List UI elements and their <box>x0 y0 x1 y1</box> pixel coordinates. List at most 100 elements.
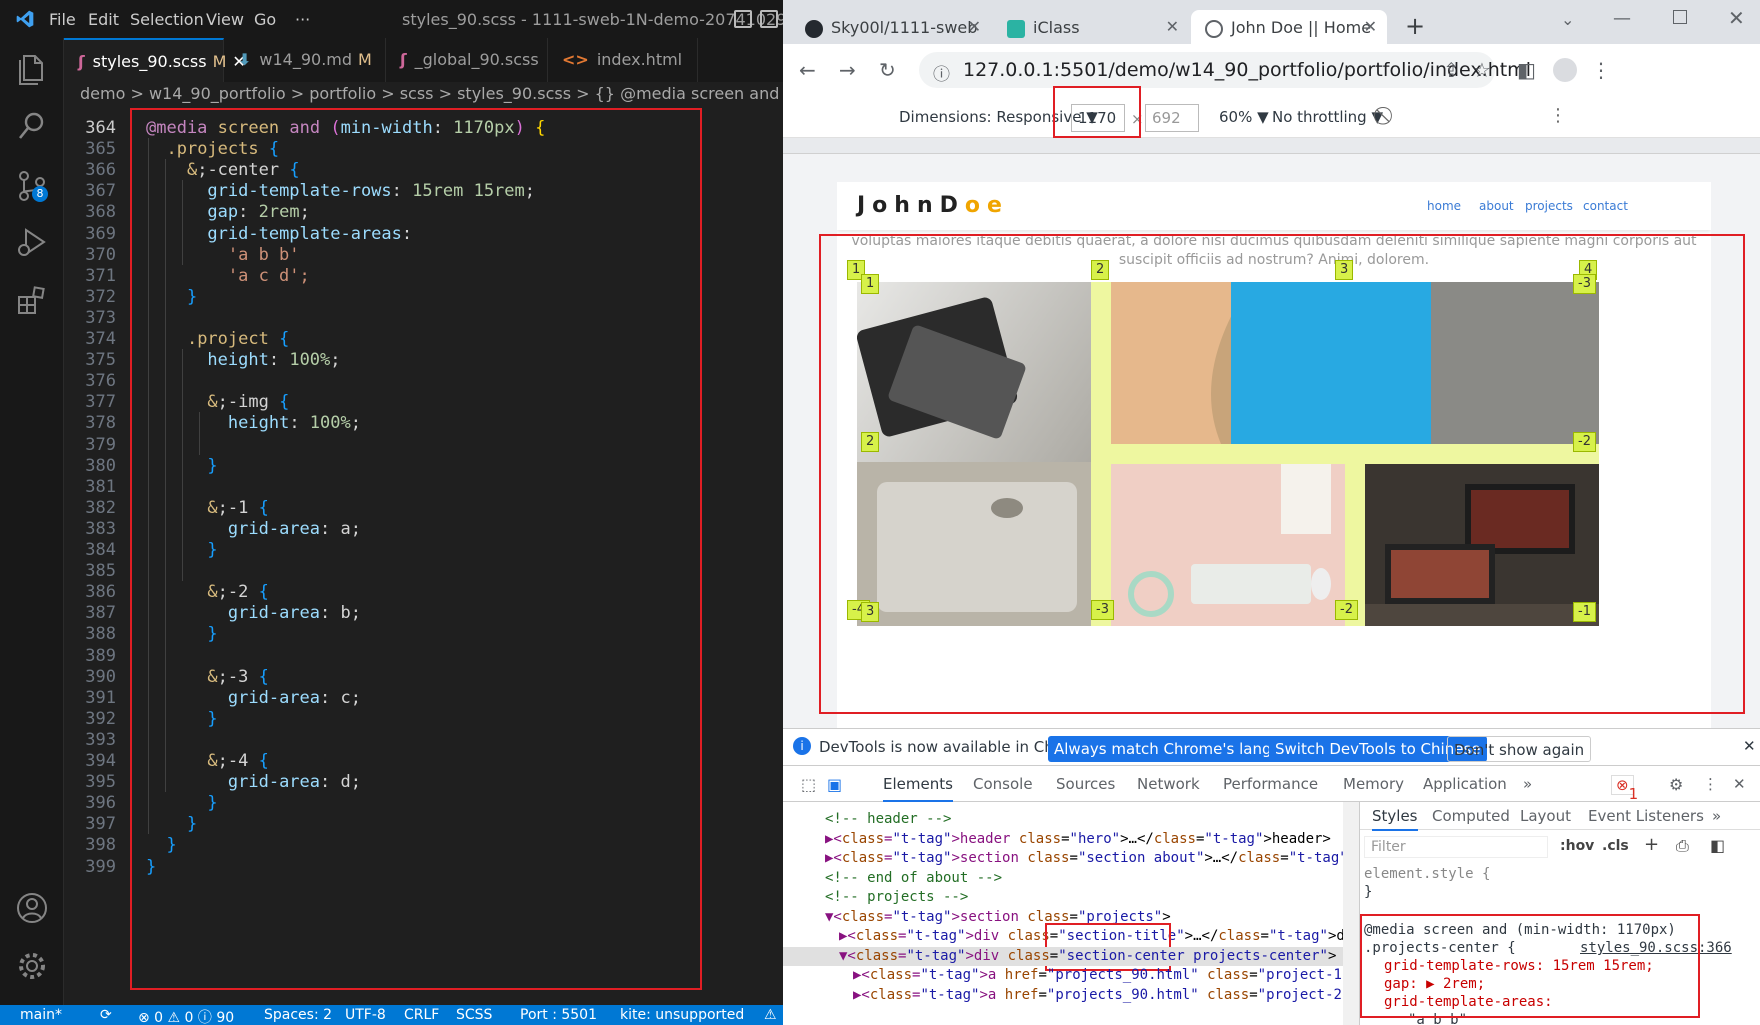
device-toggle-icon[interactable]: ▣ <box>827 775 842 794</box>
bookmark-star-icon[interactable]: ☆ <box>1473 58 1491 82</box>
nav-contact[interactable]: contact <box>1583 199 1628 213</box>
dom-node[interactable]: <!-- header --> <box>825 810 951 830</box>
event-listeners-tab[interactable]: Event Listeners <box>1588 807 1704 825</box>
dom-node[interactable]: ▼<class="t-tag">div class="section-cente… <box>783 946 1343 966</box>
sidebar-toggle-icon[interactable]: ◧ <box>1710 836 1725 855</box>
account-icon[interactable] <box>14 890 50 926</box>
css-rule-line[interactable]: element.style { <box>1364 866 1490 882</box>
rendering-icon[interactable]: ⎙ <box>1676 836 1689 856</box>
reload-icon[interactable]: ↻ <box>879 58 896 82</box>
toggle-panel-icon[interactable] <box>760 10 778 28</box>
menu-file[interactable]: File <box>49 10 76 29</box>
menu-edit[interactable]: Edit <box>88 10 119 29</box>
close-window-button[interactable]: ✕ <box>1728 6 1745 30</box>
tab-global-90-scss[interactable]: ʃ _global_90.scss <box>386 38 548 82</box>
warning-icon[interactable]: ⚠ <box>764 1007 777 1023</box>
grid-line-label: 2 <box>1091 260 1110 280</box>
layout-tab[interactable]: Layout <box>1520 807 1571 825</box>
dom-node[interactable]: <!-- end of about --> <box>825 869 1002 889</box>
forward-arrow-icon[interactable]: → <box>839 58 856 82</box>
hov-toggle[interactable]: :hov <box>1560 838 1594 854</box>
back-arrow-icon[interactable]: ← <box>799 58 816 82</box>
menu-view[interactable]: View <box>206 10 244 29</box>
menu-more[interactable]: ··· <box>295 10 310 29</box>
devtools-tab-performance[interactable]: Performance <box>1223 775 1318 793</box>
dont-show-again-button[interactable]: Don't show again <box>1447 736 1592 762</box>
profile-avatar[interactable] <box>1553 58 1577 82</box>
dom-node[interactable]: ▶<class="t-tag">section class="section a… <box>825 849 1343 869</box>
tab-index-html[interactable]: <> index.html <box>548 38 698 82</box>
extensions-icon[interactable] <box>14 282 50 318</box>
menu-selection[interactable]: Selection <box>130 10 204 29</box>
elements-scrollbar[interactable] <box>1343 802 1359 1025</box>
encoding[interactable]: UTF-8 <box>345 1007 386 1023</box>
throttling-dropdown[interactable]: No throttling ▼ <box>1272 108 1383 126</box>
site-info-icon[interactable]: ⓘ <box>933 60 950 85</box>
new-tab-button[interactable]: + <box>1405 12 1425 40</box>
share-icon[interactable]: ⇪ <box>1443 58 1460 82</box>
language-mode[interactable]: SCSS <box>456 1007 492 1023</box>
tab-w14-90-md[interactable]: ⬇ w14_90.md M <box>224 38 386 82</box>
kite-status[interactable]: kite: unsupported <box>620 1007 744 1023</box>
close-tab-icon[interactable]: ✕ <box>968 17 981 36</box>
close-notice-icon[interactable]: ✕ <box>1743 737 1756 755</box>
nav-about[interactable]: about <box>1479 199 1514 213</box>
menu-go[interactable]: Go <box>254 10 276 29</box>
new-rule-icon[interactable]: + <box>1644 834 1659 855</box>
site-logo[interactable]: JohnDoe <box>857 193 1009 218</box>
elements-tree[interactable]: <!-- header --> ▶<class="t-tag">header cl… <box>783 802 1343 1025</box>
devtools-menu-icon[interactable]: ⋮ <box>1703 775 1718 793</box>
maximize-button[interactable] <box>1673 10 1687 24</box>
close-tab-icon[interactable]: ✕ <box>1166 17 1179 36</box>
cls-toggle[interactable]: .cls <box>1602 838 1629 854</box>
nav-home[interactable]: home <box>1427 199 1461 213</box>
devtools-tabs: ⬚ ▣ Elements Console Sources Network Per… <box>783 766 1760 803</box>
dom-node[interactable]: ▶<class="t-tag">header class="hero">…</c… <box>825 830 1331 850</box>
devtools-tab-memory[interactable]: Memory <box>1343 775 1404 793</box>
devtools-tab-sources[interactable]: Sources <box>1056 775 1115 793</box>
devtools-settings-icon[interactable]: ⚙ <box>1669 775 1683 794</box>
tab-search-icon[interactable]: ⌄ <box>1561 10 1574 29</box>
indentation[interactable]: Spaces: 2 <box>264 1007 332 1023</box>
settings-gear-icon[interactable] <box>14 948 50 984</box>
chrome-menu-icon[interactable]: ⋮ <box>1591 58 1611 82</box>
styles-more-tabs[interactable]: » <box>1712 807 1721 825</box>
css-rule-line[interactable]: } <box>1364 884 1372 900</box>
devtools-tab-console[interactable]: Console <box>973 775 1033 793</box>
devtools-tab-network[interactable]: Network <box>1137 775 1200 793</box>
dom-node[interactable]: ▶<class="t-tag">a href="projects_90.html… <box>853 986 1343 1006</box>
styles-tab[interactable]: Styles <box>1372 807 1418 831</box>
browser-tab-github[interactable]: Sky00l/1111-sweb ✕ <box>791 10 991 44</box>
explorer-icon[interactable] <box>14 50 50 86</box>
dom-node[interactable]: <!-- projects --> <box>825 888 968 908</box>
devtools-tab-elements[interactable]: Elements <box>883 775 953 802</box>
live-server-port[interactable]: Port : 5501 <box>520 1007 597 1023</box>
browser-tab-johndoe[interactable]: John Doe || Home ✕ <box>1191 10 1387 44</box>
error-counter[interactable]: ⊗ 1 <box>1611 775 1638 803</box>
problems-count[interactable]: ⊗ 0 ⚠ 0 ⓘ 90 <box>138 1007 234 1025</box>
git-branch[interactable]: main* <box>20 1007 62 1023</box>
zoom-dropdown[interactable]: 60% ▼ <box>1219 108 1269 126</box>
browser-tab-iclass[interactable]: iClass ✕ <box>993 10 1189 44</box>
breadcrumb[interactable]: demo > w14_90_portfolio > portfolio > sc… <box>80 84 783 108</box>
dom-node[interactable]: ▶<class="t-tag">a href="projects_90.html… <box>853 966 1343 986</box>
close-tab-icon[interactable]: ✕ <box>1364 17 1377 36</box>
devtools-more-tabs[interactable]: » <box>1523 775 1532 793</box>
window-title: styles_90.scss - 1111-sweb-1N-demo-20741… <box>402 10 783 29</box>
computed-tab[interactable]: Computed <box>1432 807 1510 825</box>
minimize-button[interactable]: — <box>1613 8 1631 29</box>
devtools-tab-application[interactable]: Application <box>1423 775 1507 793</box>
viewport-height-input[interactable]: 692 <box>1145 104 1199 132</box>
sync-icon[interactable]: ⟳ <box>100 1007 112 1023</box>
inspect-icon[interactable]: ⬚ <box>801 775 816 794</box>
devtools-close-icon[interactable]: ✕ <box>1733 775 1746 793</box>
search-icon[interactable] <box>14 108 50 144</box>
styles-filter-input[interactable]: Filter <box>1364 836 1548 858</box>
run-debug-icon[interactable] <box>14 224 50 260</box>
nav-projects[interactable]: projects <box>1525 199 1573 213</box>
eol[interactable]: CRLF <box>404 1007 439 1023</box>
side-panel-icon[interactable]: ◧ <box>1517 58 1536 82</box>
toggle-sidebar-icon[interactable] <box>734 10 752 28</box>
device-more-icon[interactable]: ⋮ <box>1549 105 1567 126</box>
tab-styles-90-scss[interactable]: ʃ styles_90.scss M ✕ <box>64 38 246 82</box>
